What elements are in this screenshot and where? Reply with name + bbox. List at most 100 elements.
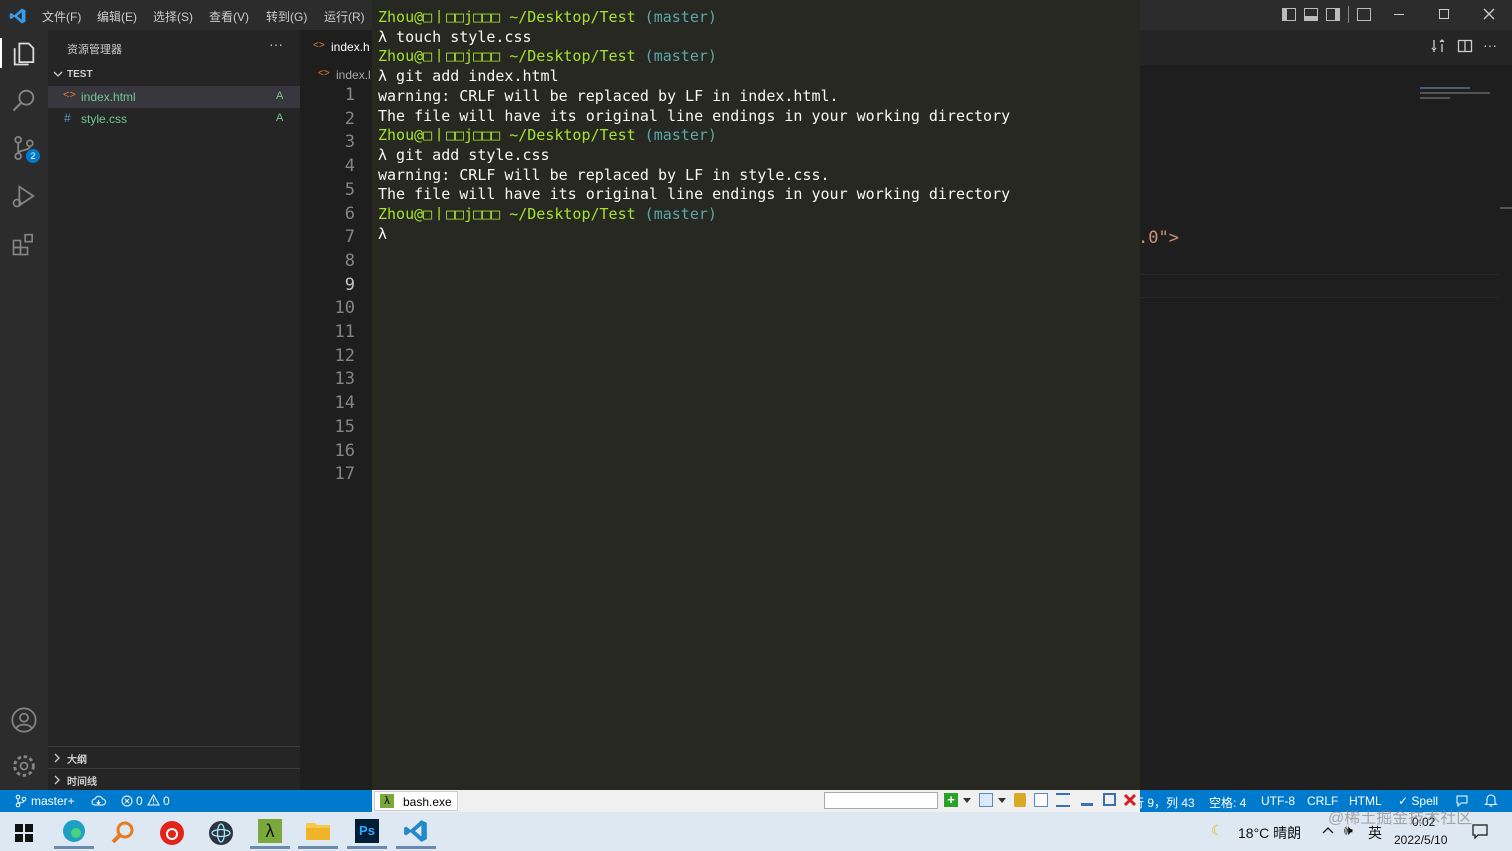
file-item-index-html[interactable]: <> index.html A	[48, 86, 300, 108]
lambda-icon: λ	[380, 794, 394, 808]
vscode-logo-icon	[9, 8, 26, 24]
dropdown-arrow-icon[interactable]	[998, 798, 1006, 803]
terminal-prompt-line: Zhou@□ㅣ□□j□□□ ~/Desktop/Test (master)	[378, 204, 717, 224]
error-count[interactable]: 0	[136, 794, 143, 808]
menu-go[interactable]: 转到(G)	[266, 8, 307, 25]
menu-edit[interactable]: 编辑(E)	[97, 8, 137, 25]
cursor-position[interactable]: 行 9，列 43	[1132, 794, 1195, 811]
terminal-search-input[interactable]	[824, 792, 938, 809]
terminal-output-line: warning: CRLF will be replaced by LF in …	[378, 86, 839, 105]
line-number: 12	[334, 345, 355, 366]
warning-count[interactable]: 0	[163, 794, 170, 808]
photoshop-icon[interactable]: Ps	[347, 816, 387, 849]
windows-start-icon[interactable]	[15, 824, 33, 842]
prompt-user: Zhou@□ㅣ□□j□□□	[378, 47, 501, 66]
line-number: 14	[334, 393, 355, 414]
restore-icon[interactable]	[1439, 9, 1449, 19]
encoding[interactable]: UTF-8	[1261, 794, 1295, 808]
indentation[interactable]: 空格: 4	[1209, 794, 1246, 811]
terminal-close-icon[interactable]	[1123, 793, 1137, 807]
sync-icon[interactable]	[91, 795, 106, 807]
line-number: 16	[334, 440, 355, 461]
menu-selection[interactable]: 选择(S)	[153, 8, 193, 25]
timeline-label: 时间线	[67, 777, 97, 788]
breadcrumb[interactable]: index.l	[336, 68, 371, 82]
moon-weather-icon: ☾	[1211, 822, 1224, 838]
line-number: 4	[344, 156, 355, 177]
menu-file[interactable]: 文件(F)	[42, 8, 81, 25]
explorer-title: 资源管理器	[67, 44, 122, 56]
close-icon[interactable]	[1483, 8, 1495, 20]
folder-header[interactable]: TEST	[48, 66, 300, 84]
prompt-branch: (master)	[635, 126, 717, 145]
weather-text[interactable]: 18°C 晴朗	[1238, 823, 1301, 843]
extensions-icon[interactable]	[10, 230, 38, 258]
separator	[1348, 6, 1349, 23]
toggle-sidebar-icon[interactable]	[1282, 8, 1296, 21]
terminal-prompt-line: Zhou@□ㅣ□□j□□□ ~/Desktop/Test (master)	[378, 7, 717, 27]
cmder-icon[interactable]: λ	[250, 816, 290, 849]
terminal-output-line: λ git add index.html	[378, 67, 559, 86]
line-number: 9	[344, 274, 355, 295]
outline-section[interactable]: 大纲	[48, 748, 300, 768]
scrollbar-thumb[interactable]	[1500, 207, 1512, 209]
terminal-minimize-icon[interactable]	[1081, 803, 1093, 806]
menu-run[interactable]: 运行(R)	[324, 8, 365, 25]
terminal-tab-label: bash.exe	[403, 795, 452, 809]
customize-layout-icon[interactable]	[1357, 8, 1371, 21]
html-file-icon: <>	[318, 68, 330, 79]
line-number: 11	[334, 322, 355, 342]
warning-icon	[147, 794, 160, 806]
toggle-panel-icon[interactable]	[1304, 8, 1318, 21]
terminal-prompt-line: Zhou@□ㅣ□□j□□□ ~/Desktop/Test (master)	[378, 46, 717, 66]
terminal-output-line: warning: CRLF will be replaced by LF in …	[378, 165, 830, 184]
vscode-taskbar-icon[interactable]	[396, 816, 436, 849]
terminal-output-line: The file will have its original line end…	[378, 106, 1011, 125]
branch-name[interactable]: master+	[31, 794, 75, 808]
terminal-output-line: The file will have its original line end…	[378, 185, 1011, 204]
more-actions-button[interactable]: ···	[269, 36, 283, 52]
run-debug-icon[interactable]	[10, 182, 38, 210]
console-list-icon[interactable]	[979, 793, 993, 807]
electron-app-icon[interactable]	[201, 816, 241, 849]
search-icon[interactable]	[10, 86, 38, 114]
chevron-right-icon	[54, 753, 60, 763]
minimize-icon[interactable]	[1394, 14, 1404, 15]
scm-badge: 2	[26, 149, 40, 163]
explorer-icon[interactable]	[10, 40, 38, 68]
prompt-path: ~/Desktop/Test	[500, 126, 636, 145]
more-actions-icon[interactable]: ···	[1483, 37, 1497, 53]
menu-lines-icon[interactable]	[1056, 793, 1070, 807]
notifications-bell-icon[interactable]	[1484, 793, 1498, 808]
line-number: 1	[344, 85, 355, 105]
menu-view[interactable]: 查看(V)	[209, 8, 249, 25]
terminal-window[interactable]: Zhou@□ㅣ□□j□□□ ~/Desktop/Test (master) λ t…	[372, 0, 1140, 790]
terminal-maximize-icon[interactable]	[1103, 793, 1116, 806]
settings-gear-icon[interactable]	[10, 752, 38, 780]
account-icon[interactable]	[10, 706, 38, 734]
timeline-section[interactable]: 时间线	[48, 770, 300, 790]
split-editor-icon[interactable]	[1457, 38, 1473, 54]
search-everything-icon[interactable]	[103, 816, 143, 849]
html-file-icon: <>	[63, 89, 76, 101]
terminal-tab[interactable]: λ bash.exe	[374, 791, 458, 811]
prompt-path: ~/Desktop/Test	[500, 8, 636, 26]
clock-date[interactable]: 2022/5/10	[1394, 833, 1447, 847]
file-explorer-icon[interactable]	[298, 816, 338, 849]
dropdown-arrow-icon[interactable]	[963, 798, 971, 803]
split-view-icon[interactable]	[1034, 793, 1048, 807]
prompt-branch: (master)	[635, 205, 717, 223]
file-item-style-css[interactable]: # style.css A	[48, 108, 300, 130]
lock-icon[interactable]	[1014, 793, 1026, 807]
action-center-icon[interactable]	[1472, 824, 1488, 840]
edge-browser-icon[interactable]	[54, 816, 94, 849]
line-number: 17	[334, 464, 355, 485]
tab-index-html[interactable]: <> index.h	[300, 30, 372, 65]
new-console-icon[interactable]: +	[944, 793, 958, 807]
netease-music-icon[interactable]	[152, 816, 192, 849]
minimap[interactable]	[1420, 85, 1498, 111]
open-changes-icon[interactable]	[1431, 38, 1447, 54]
folder-name: TEST	[67, 69, 93, 80]
chevron-right-icon	[54, 775, 60, 785]
toggle-secondary-sidebar-icon[interactable]	[1326, 8, 1340, 21]
